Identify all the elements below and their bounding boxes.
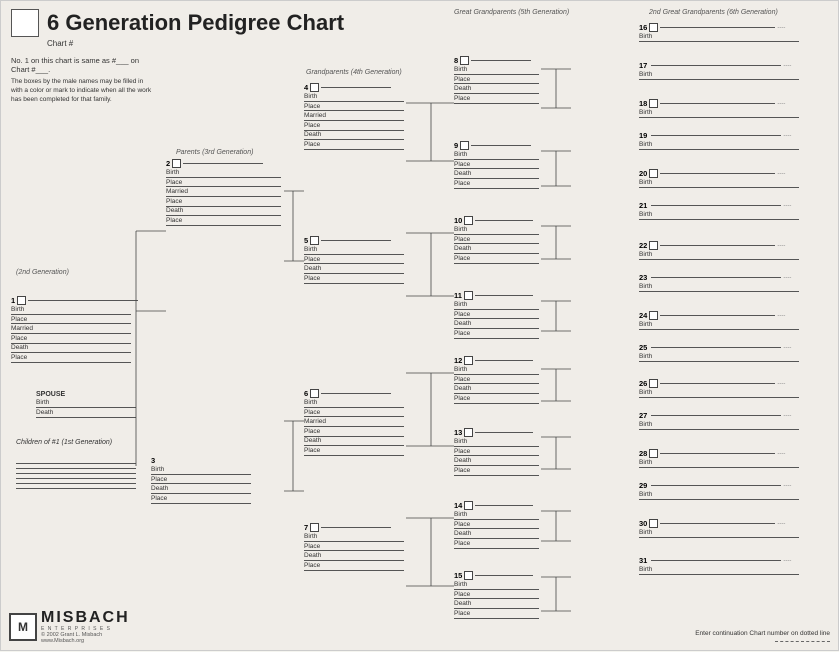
p11-checkbox xyxy=(464,291,473,300)
boxes-info: The boxes by the male names may be fille… xyxy=(11,77,156,104)
person-28-block: 28 ---- Birth xyxy=(639,449,799,468)
gen-label-5th: Great Grandparents (5th Generation) xyxy=(454,9,569,16)
pedigree-chart-page: 6 Generation Pedigree Chart Chart # No. … xyxy=(0,0,839,651)
person-7: 7 Birth Place Death Place xyxy=(304,523,404,571)
person-1: 1 Birth Place Married Place Death Place xyxy=(11,296,138,363)
person-23-block: 23 ---- Birth xyxy=(639,273,799,292)
person-19-block: 19 ---- Birth xyxy=(639,131,799,150)
person-25-block: 25 ---- Birth xyxy=(639,343,799,362)
logo-brand: MISBACH xyxy=(41,610,130,626)
p6-checkbox xyxy=(310,389,319,398)
person-3: 3 Birth Place Death Place xyxy=(151,456,251,504)
continuation-note: Enter continuation Chart number on dotte… xyxy=(695,630,830,644)
person-31-block: 31 ---- Birth xyxy=(639,556,799,575)
p8-checkbox xyxy=(460,56,469,65)
chart-title: 6 Generation Pedigree Chart xyxy=(47,10,344,36)
gen-label-4th: Grandparents (4th Generation) xyxy=(306,69,402,76)
gen-label-6th: 2nd Great Grandparents (6th Generation) xyxy=(649,9,778,16)
person-30-block: 30 ---- Birth xyxy=(639,519,799,538)
p10-checkbox xyxy=(464,216,473,225)
p2-checkbox xyxy=(172,159,181,168)
person-5: 5 Birth Place Death Place xyxy=(304,236,404,284)
person-13: 13 Birth Place Death Place xyxy=(454,428,539,476)
logo-website: www.Misbach.org xyxy=(41,638,130,644)
person-29-block: 29 ---- Birth xyxy=(639,481,799,500)
children-label: Children of #1 (1st Generation) xyxy=(16,439,112,446)
p5-checkbox xyxy=(310,236,319,245)
person-18-block: 18 ---- Birth xyxy=(639,99,799,118)
person-22-block: 22 ---- Birth xyxy=(639,241,799,260)
person-24-block: 24 ---- Birth xyxy=(639,311,799,330)
p7-checkbox xyxy=(310,523,319,532)
p4-checkbox xyxy=(310,83,319,92)
person-17-block: 17 ---- Birth xyxy=(639,61,799,80)
info-block: No. 1 on this chart is same as #___ on C… xyxy=(11,56,156,104)
person-15: 15 Birth Place Death Place xyxy=(454,571,539,619)
person-6: 6 Birth Place Married Place Death Place xyxy=(304,389,404,456)
person-27-block: 27 ---- Birth xyxy=(639,411,799,430)
same-as-text: No. 1 on this chart is same as #___ on C… xyxy=(11,56,156,74)
p9-checkbox xyxy=(460,141,469,150)
gen-label-2nd: (2nd Generation) xyxy=(16,269,69,276)
p1-checkbox xyxy=(17,296,26,305)
chart-box xyxy=(11,9,39,37)
person-10: 10 Birth Place Death Place xyxy=(454,216,539,264)
chart-num-label: Chart # xyxy=(47,39,73,48)
person-12: 12 Birth Place Death Place xyxy=(454,356,539,404)
p13-checkbox xyxy=(464,428,473,437)
person-16-block: 16 ---- Birth xyxy=(639,23,799,42)
person-2: 2 Birth Place Married Place Death Place xyxy=(166,159,281,226)
person-26-block: 26 ---- Birth xyxy=(639,379,799,398)
person-11: 11 Birth Place Death Place xyxy=(454,291,539,339)
person-8: 8 Birth Place Death Place xyxy=(454,56,539,104)
person-4: 4 Birth Place Married Place Death Place xyxy=(304,83,404,150)
person-14: 14 Birth Place Death Place xyxy=(454,501,539,549)
gen-label-3rd: Parents (3rd Generation) xyxy=(176,149,253,156)
spouse-block: SPOUSE Birth Death xyxy=(36,391,136,419)
person-20-block: 20 ---- Birth xyxy=(639,169,799,188)
logo-icon: M xyxy=(9,613,37,641)
p12-checkbox xyxy=(464,356,473,365)
person-21-block: 21 ---- Birth xyxy=(639,201,799,220)
p14-checkbox xyxy=(464,501,473,510)
children-lines xyxy=(16,459,136,493)
p15-checkbox xyxy=(464,571,473,580)
logo-area: M MISBACH E N T E R P R I S E S © 2002 G… xyxy=(9,610,130,644)
person-9: 9 Birth Place Death Place xyxy=(454,141,539,189)
